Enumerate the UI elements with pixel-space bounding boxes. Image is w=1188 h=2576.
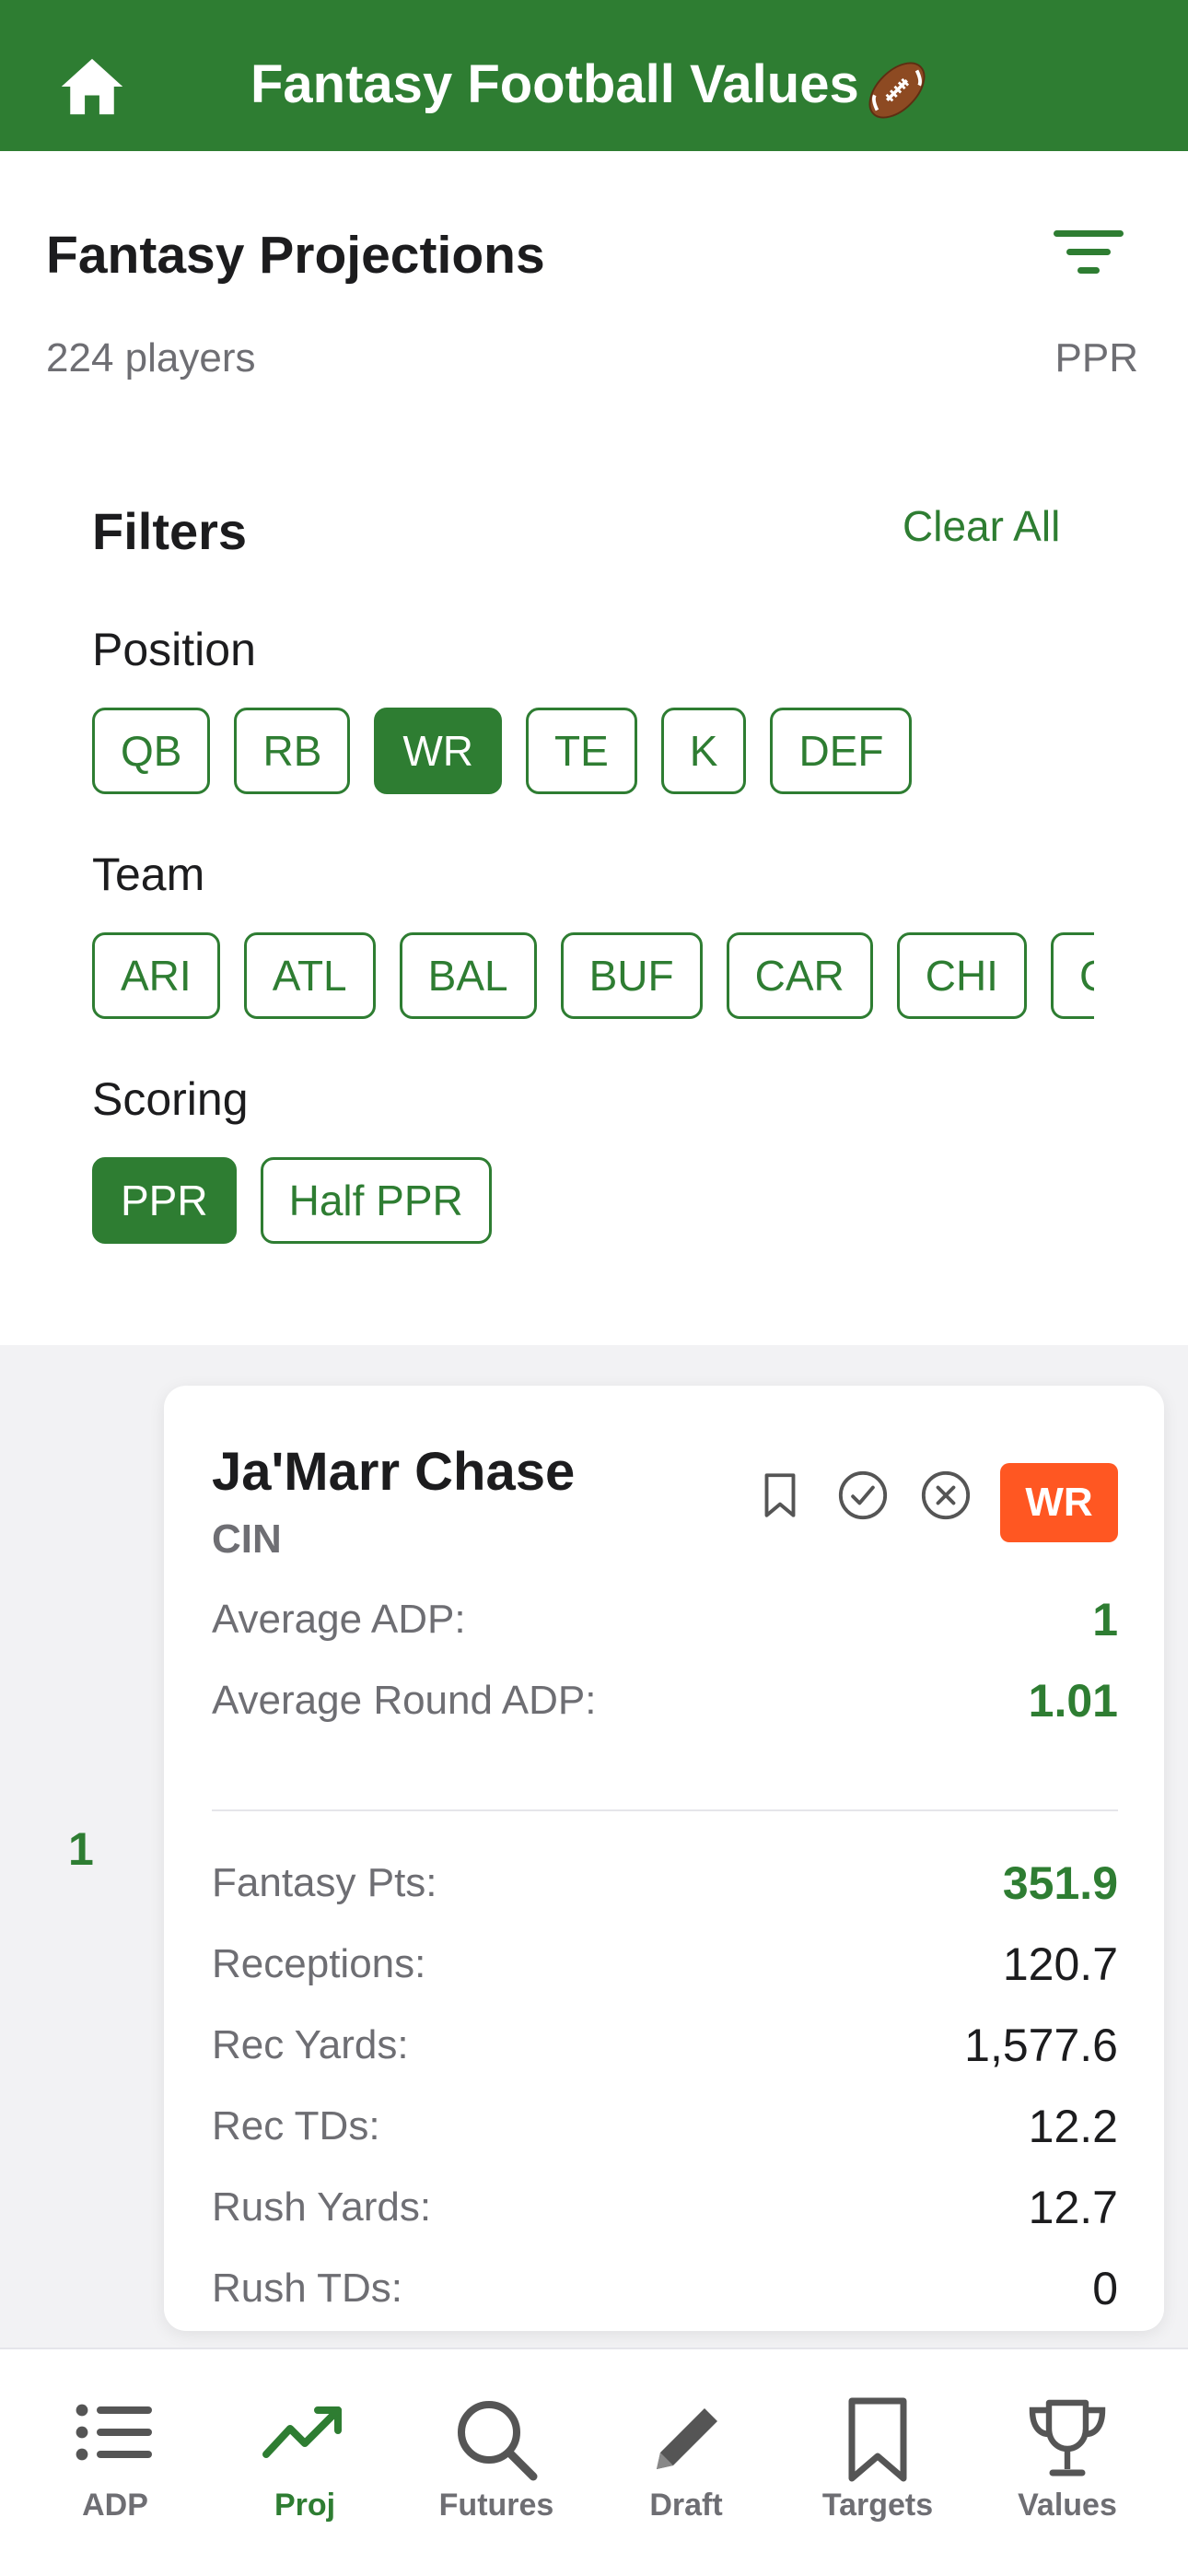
bookmark-icon	[848, 2397, 907, 2482]
bookmark-icon[interactable]	[753, 1469, 807, 1522]
stat-receptions: Receptions: 120.7	[212, 1937, 1118, 1992]
home-button[interactable]	[52, 46, 133, 127]
stat-value: 1	[1092, 1594, 1118, 1645]
stat-label: Rec TDs:	[212, 2103, 380, 2149]
stat-value: 12.2	[1028, 2101, 1118, 2152]
filters-panel: Filters Clear All Position QB RB WR TE K…	[0, 427, 1188, 1345]
trending-up-icon	[262, 2406, 342, 2458]
tab-label: Targets	[821, 2488, 934, 2523]
tab-label: Values	[1018, 2488, 1117, 2523]
stat-rec-yards: Rec Yards: 1,577.6	[212, 2018, 1118, 2073]
clear-all-button[interactable]: Clear All	[903, 501, 1060, 551]
chip-team-chi[interactable]: CHI	[896, 932, 1027, 1019]
player-team: CIN	[212, 1516, 282, 1562]
american-football-icon	[868, 62, 926, 119]
tab-targets[interactable]: Targets	[783, 2349, 973, 2576]
stat-value: 351.9	[1002, 1857, 1118, 1909]
tab-label: Proj	[274, 2488, 336, 2523]
chip-team-ari[interactable]: ARI	[92, 932, 220, 1019]
chip-scoring-ppr[interactable]: PPR	[92, 1157, 237, 1244]
position-badge: WR	[1000, 1463, 1118, 1542]
filter-icon	[1054, 230, 1124, 274]
player-name: Ja'Marr Chase	[212, 1442, 576, 1502]
stat-value: 1.01	[1028, 1675, 1118, 1727]
chip-team-atl[interactable]: ATL	[243, 932, 376, 1019]
app-title: Fantasy Football Values	[250, 54, 859, 114]
chip-position-k[interactable]: K	[660, 708, 747, 794]
stat-label: Rush Yards:	[212, 2184, 432, 2230]
tab-values[interactable]: Values	[973, 2349, 1162, 2576]
stat-value: 120.7	[1002, 1938, 1118, 1990]
chip-position-def[interactable]: DEF	[770, 708, 913, 794]
list-icon	[76, 2404, 152, 2461]
trophy-icon	[1029, 2399, 1106, 2476]
check-circle-icon[interactable]	[836, 1469, 890, 1522]
stat-average-round-adp: Average Round ADP: 1.01	[212, 1673, 1118, 1728]
pencil-icon	[657, 2408, 717, 2469]
scoring-format-label: PPR	[1054, 335, 1138, 381]
divider	[212, 1809, 1118, 1811]
chip-team-car[interactable]: CAR	[726, 932, 873, 1019]
tab-draft[interactable]: Draft	[591, 2349, 781, 2576]
stat-value: 12.7	[1028, 2182, 1118, 2233]
stat-fantasy-pts: Fantasy Pts: 351.9	[212, 1856, 1118, 1911]
position-chips: QB RB WR TE K DEF	[92, 708, 913, 794]
filters-title: Filters	[92, 502, 248, 560]
player-rank: 1	[68, 1823, 94, 1875]
stat-label: Rec Yards:	[212, 2022, 409, 2067]
chip-position-qb[interactable]: QB	[92, 708, 211, 794]
chip-position-te[interactable]: TE	[526, 708, 637, 794]
chip-position-wr[interactable]: WR	[374, 708, 503, 794]
tab-label: Futures	[438, 2488, 554, 2523]
tab-label: Draft	[649, 2488, 723, 2523]
stat-rush-tds: Rush TDs: 0	[212, 2261, 1118, 2316]
filter-button[interactable]	[1050, 227, 1135, 282]
stat-value: 1,577.6	[964, 2020, 1118, 2071]
stat-label: Receptions:	[212, 1941, 426, 1986]
stat-label: Rush TDs:	[212, 2266, 403, 2311]
scoring-label: Scoring	[92, 1073, 249, 1125]
team-chips[interactable]: ARI ATL BAL BUF CAR CHI CIN	[92, 932, 1094, 1019]
player-card[interactable]: Ja'Marr Chase CIN WR Average ADP: 1 Aver…	[164, 1386, 1164, 2331]
app-header: Fantasy Football Values	[0, 0, 1188, 151]
chip-team-buf[interactable]: BUF	[560, 932, 703, 1019]
tab-proj[interactable]: Proj	[210, 2349, 400, 2576]
home-icon	[61, 58, 123, 115]
stat-label: Average ADP:	[212, 1597, 466, 1642]
chip-scoring-half-ppr[interactable]: Half PPR	[260, 1157, 492, 1244]
bottom-tab-bar: ADP Proj Futures Draft Targets Values	[0, 2348, 1188, 2576]
stat-label: Average Round ADP:	[212, 1678, 597, 1723]
stat-rec-tds: Rec TDs: 12.2	[212, 2099, 1118, 2154]
stat-value: 0	[1092, 2263, 1118, 2314]
player-count: 224 players	[46, 335, 256, 381]
page-header: Fantasy Projections 224 players PPR	[0, 151, 1188, 427]
tab-futures[interactable]: Futures	[402, 2349, 591, 2576]
stat-average-adp: Average ADP: 1	[212, 1592, 1118, 1647]
page-title: Fantasy Projections	[46, 226, 545, 285]
scoring-chips: PPR Half PPR	[92, 1157, 492, 1244]
x-circle-icon[interactable]	[919, 1469, 973, 1522]
team-label: Team	[92, 849, 205, 900]
position-label: Position	[92, 624, 256, 675]
chip-position-rb[interactable]: RB	[234, 708, 351, 794]
chip-team-cin[interactable]: CIN	[1050, 932, 1094, 1019]
stat-rush-yards: Rush Yards: 12.7	[212, 2180, 1118, 2235]
search-icon	[458, 2401, 538, 2481]
chip-team-bal[interactable]: BAL	[399, 932, 537, 1019]
tab-adp[interactable]: ADP	[20, 2349, 210, 2576]
stat-label: Fantasy Pts:	[212, 1860, 437, 1905]
player-list[interactable]: 1 Ja'Marr Chase CIN WR Average ADP: 1 Av…	[0, 1345, 1188, 2348]
tab-label: ADP	[82, 2488, 148, 2523]
